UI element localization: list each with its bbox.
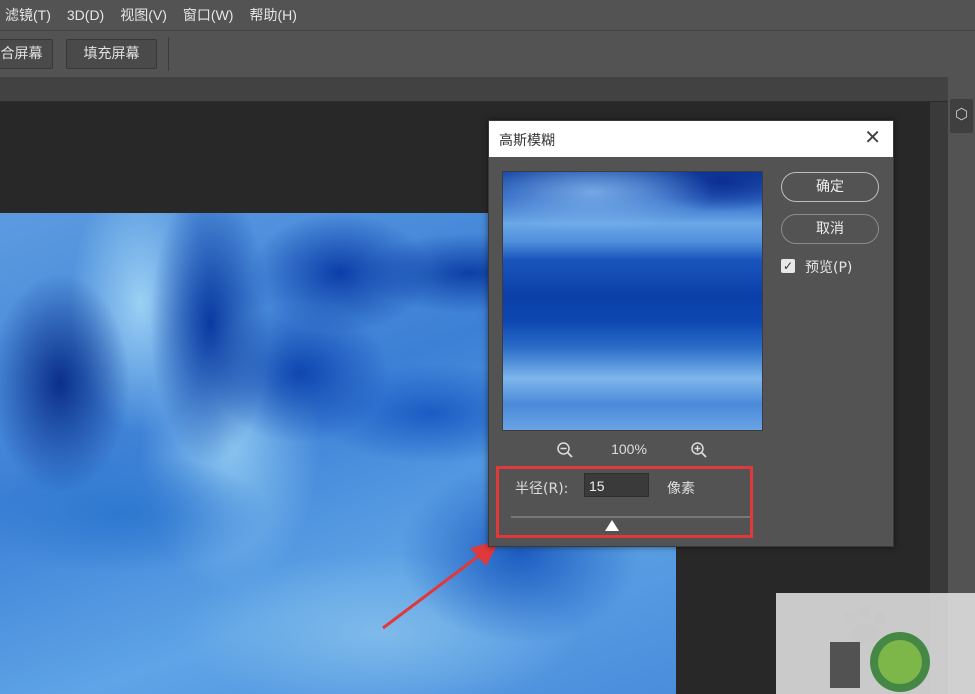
menu-view[interactable]: 视图(V) <box>112 5 175 25</box>
ok-button[interactable]: 确定 <box>781 172 879 202</box>
zoom-out-icon[interactable] <box>555 441 575 461</box>
menu-filter[interactable]: 滤镜(T) <box>0 5 59 25</box>
blur-preview[interactable] <box>502 171 763 431</box>
fill-screen-button[interactable]: 填充屏幕 <box>66 39 157 69</box>
dialog-titlebar[interactable]: 高斯模糊 ✕ <box>489 121 893 157</box>
menu-bar: 滤镜(T) 3D(D) 视图(V) 窗口(W) 帮助(H) <box>0 0 975 30</box>
close-icon[interactable]: ✕ <box>864 127 881 149</box>
annotation-highlight-box <box>496 466 753 538</box>
cancel-button[interactable]: 取消 <box>781 214 879 244</box>
preview-checkbox-label: 预览(P) <box>805 260 853 276</box>
3d-cube-icon: ⬡ <box>955 106 969 123</box>
document-tab-strip <box>0 77 948 102</box>
menu-3d[interactable]: 3D(D) <box>59 7 112 23</box>
preview-checkbox[interactable]: ✓ <box>781 259 795 273</box>
fit-screen-button[interactable]: 合屏幕 <box>0 39 53 69</box>
menu-window[interactable]: 窗口(W) <box>175 5 242 25</box>
watermark-logo <box>830 606 930 692</box>
options-divider <box>168 37 169 71</box>
zoom-level: 100% <box>611 441 647 457</box>
panel-button[interactable]: ⬡ <box>950 99 973 133</box>
options-bar: 合屏幕 填充屏幕 <box>0 30 975 77</box>
menu-help[interactable]: 帮助(H) <box>241 5 304 25</box>
dialog-title: 高斯模糊 <box>499 133 555 149</box>
zoom-in-icon[interactable] <box>689 441 709 461</box>
